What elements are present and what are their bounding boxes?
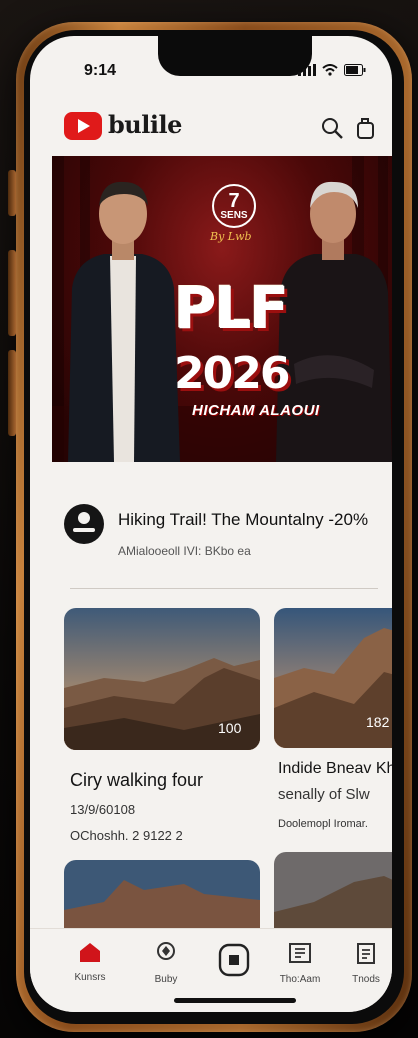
video-thumbnail[interactable] — [274, 852, 392, 930]
nav-label: Kunsrs — [74, 972, 106, 983]
hero-title: PLF — [174, 274, 289, 342]
signal-icon — [298, 64, 316, 76]
card-meta: Doolemopl Iromar. — [278, 818, 368, 830]
card-title[interactable]: Ciry walking four — [70, 770, 203, 791]
thumbnail-count: 182 — [366, 714, 390, 730]
nav-item-home[interactable]: Kunsrs — [60, 941, 120, 983]
status-icons — [298, 64, 366, 76]
card-meta: OChoshh. 2 9122 2 — [70, 828, 183, 843]
video-card[interactable]: 100 Ciry walking four 13/9/60108 OChoshh… — [64, 608, 262, 868]
video-card[interactable]: 182 Indide Bneav Khot senally of Slw Doo… — [274, 608, 392, 868]
nav-item-create[interactable] — [204, 941, 264, 988]
nav-label: Tho:Aam — [279, 974, 321, 985]
video-card[interactable] — [274, 852, 392, 930]
card-subtitle: senally of Slw — [278, 786, 370, 803]
app-bar: bulile — [30, 104, 392, 154]
nav-label: Buby — [154, 974, 178, 985]
thumbnail-count: 100 — [218, 720, 242, 736]
cast-icon[interactable] — [354, 116, 378, 140]
channel-avatar[interactable] — [64, 504, 104, 544]
hero-signature: By Lwb — [210, 230, 252, 243]
home-indicator[interactable] — [174, 998, 296, 1003]
nav-item-buby[interactable]: Buby — [136, 941, 196, 985]
nav-item-tnods[interactable]: Tnods — [336, 941, 392, 985]
status-bar: 9:14 — [30, 36, 392, 84]
video-subtitle: AMialooeoll IVI: BKbo ea — [118, 544, 251, 558]
presenter-left — [68, 181, 180, 462]
hero-banner[interactable]: 7 SENS By Lwb PLF 2026 HICHAM ALAOUI — [52, 156, 392, 462]
nav-item-library[interactable]: Tho:Aam — [270, 941, 330, 985]
nav-label: Tnods — [352, 974, 380, 985]
hero-name: HICHAM ALAOUI — [192, 402, 320, 419]
create-icon — [218, 943, 250, 977]
featured-video-meta[interactable]: Hiking Trail! The Mountalny -20% AMialoo… — [52, 496, 392, 566]
clipboard-icon — [357, 943, 375, 964]
card-title[interactable]: Indide Bneav Khot — [278, 760, 392, 778]
status-time: 9:14 — [84, 62, 117, 79]
landscape-image — [64, 860, 260, 930]
video-card[interactable] — [64, 860, 260, 930]
mute-switch — [8, 170, 16, 216]
wifi-icon — [322, 64, 338, 76]
video-title[interactable]: Hiking Trail! The Mountalny -20% — [118, 510, 368, 530]
card-date: 13/9/60108 — [70, 802, 136, 817]
logo-icon[interactable] — [64, 112, 102, 140]
logo-text[interactable]: bulile — [108, 110, 182, 139]
search-icon[interactable] — [320, 116, 344, 140]
home-icon — [80, 943, 100, 962]
battery-icon — [344, 64, 366, 76]
landscape-image — [274, 852, 392, 930]
divider — [70, 588, 378, 589]
hero-badge: 7 SENS — [212, 184, 256, 228]
library-icon — [289, 943, 311, 963]
video-thumbnail[interactable] — [64, 860, 260, 930]
notch — [158, 36, 312, 76]
location-pin-icon — [157, 942, 175, 960]
phone-screen: 9:14 bulile 7 SENS By Lwb PLF 2026 HICHA… — [30, 36, 392, 1012]
volume-down-button — [8, 350, 16, 436]
hero-year: 2026 — [174, 348, 290, 399]
volume-up-button — [8, 250, 16, 336]
